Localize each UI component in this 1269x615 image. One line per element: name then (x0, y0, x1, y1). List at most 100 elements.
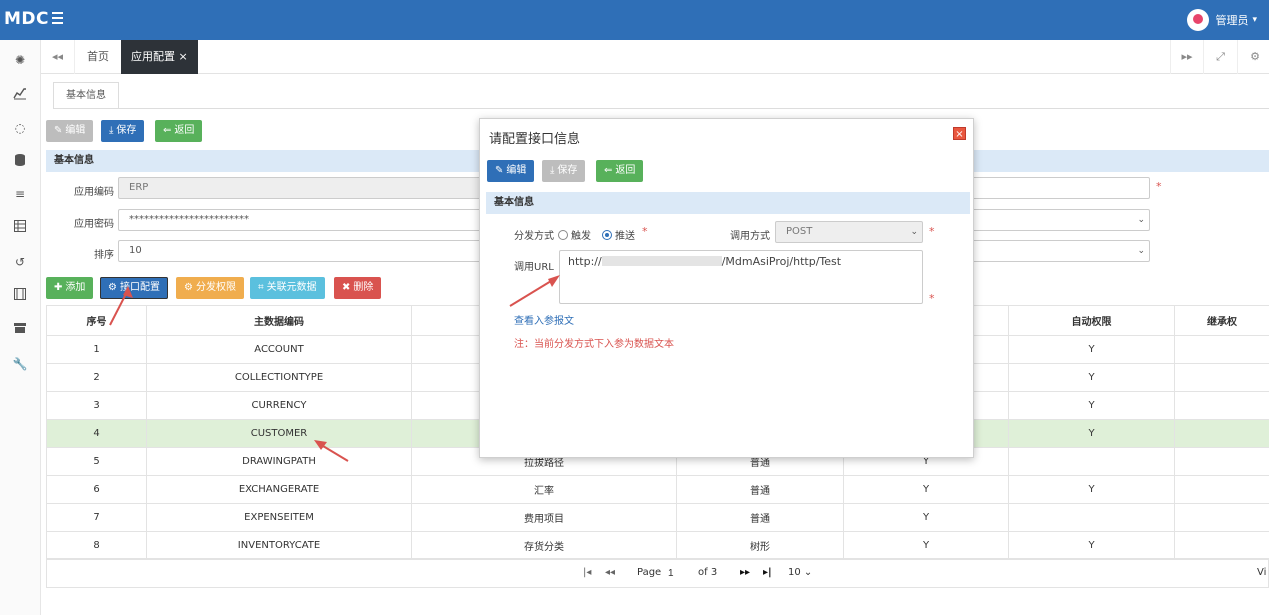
app-password-field[interactable]: ************************ (118, 209, 488, 231)
table-cell (1174, 531, 1269, 560)
prev-page-icon[interactable]: ◂◂ (605, 567, 615, 578)
chevron-down-icon: ⌄ (1137, 246, 1145, 256)
redacted-host (601, 256, 722, 266)
gear-icon: ⚙ (184, 282, 193, 293)
first-page-icon[interactable]: |◂ (583, 567, 591, 578)
table-cell: 6 (46, 475, 147, 504)
dialog-edit-button[interactable]: ✎ 编辑 (487, 160, 535, 182)
table-cell: CURRENCY (146, 391, 412, 420)
menu-toggle-icon[interactable] (52, 9, 66, 27)
download-icon: ⤓ (109, 125, 114, 136)
table-cell: 普通 (676, 475, 844, 504)
view-records-text: Vi (1257, 567, 1267, 578)
back-button[interactable]: ⇐ 返回 (155, 120, 203, 142)
page-count: of 3 (698, 567, 718, 578)
page-size-value: 10 (788, 567, 801, 578)
page-size-select[interactable]: 10 ⌄ (788, 567, 812, 578)
column-header[interactable]: 继承权 (1174, 305, 1269, 336)
tab-app-config[interactable]: 应用配置 × (121, 40, 198, 74)
sidebar-list-icon[interactable]: ≡ (12, 186, 28, 202)
interface-config-button[interactable]: ⚙ 接口配置 (100, 277, 168, 299)
dialog-save-button[interactable]: ⤓ 保存 (542, 160, 586, 182)
tab-divider (53, 108, 1269, 109)
sidebar-chart-icon[interactable] (12, 86, 28, 102)
table-cell: 汇率 (411, 475, 677, 504)
pager: |◂ ◂◂ Page of 3 ▸▸ ▸| 10 ⌄ Vi (46, 558, 1269, 588)
table-cell: 8 (46, 531, 147, 560)
table-cell: Y (1008, 475, 1175, 504)
radio-trigger[interactable]: 触发 (558, 227, 591, 242)
table-cell: Y (843, 531, 1009, 560)
close-icon[interactable]: × (179, 50, 188, 63)
next-page-icon[interactable]: ▸▸ (740, 567, 750, 578)
tab-home[interactable]: 首页 (77, 40, 119, 74)
dialog-save-button-label: 保存 (557, 165, 578, 176)
app-code-label: 应用编码 (74, 187, 114, 198)
last-page-icon[interactable]: ▸| (763, 567, 772, 578)
table-cell: Y (1008, 391, 1175, 420)
fullscreen-icon[interactable]: ⤢ (1204, 40, 1238, 74)
edit-button[interactable]: ✎ 编辑 (46, 120, 94, 142)
table-cell: ACCOUNT (146, 335, 412, 364)
sidebar-table-icon[interactable] (12, 220, 28, 236)
arrow-left-icon: ⇐ (163, 125, 172, 136)
user-menu[interactable]: 管理员 ▾ (1187, 9, 1257, 31)
table-cell (1174, 447, 1269, 476)
avatar[interactable] (1187, 9, 1210, 31)
table-cell: EXCHANGERATE (146, 475, 412, 504)
column-header[interactable]: 序号 (46, 305, 147, 336)
table-cell: 7 (46, 503, 147, 532)
column-header[interactable]: 自动权限 (1008, 305, 1175, 336)
table-row[interactable]: 7 EXPENSEITEM 费用项目 普通 Y (46, 503, 1269, 532)
gear-icon[interactable]: ⚙ (1238, 40, 1269, 74)
tab-basic-info[interactable]: 基本信息 (53, 82, 119, 109)
url-path: /MdmAsiProj/http/Test (721, 255, 842, 268)
link-metadata-button[interactable]: ⌗ 关联元数据 (250, 277, 325, 299)
table-cell (1174, 503, 1269, 532)
table-cell: 3 (46, 391, 147, 420)
page-number-input[interactable] (666, 564, 692, 583)
call-url-textarea[interactable]: http:// /MdmAsiProj/http/Test (559, 250, 923, 304)
order-field[interactable]: 10 (118, 240, 488, 262)
table-cell: 存货分类 (411, 531, 677, 560)
sidebar-spinner-icon[interactable]: ◌ (12, 120, 28, 136)
view-params-link[interactable]: 查看入参报文 (514, 312, 574, 327)
tab-scroll-left-icon[interactable]: ◂◂ (41, 40, 75, 74)
sidebar-database-icon[interactable] (12, 153, 28, 169)
radio-push[interactable]: 推送 (602, 227, 635, 242)
delete-button[interactable]: ✖ 删除 (334, 277, 382, 299)
close-icon[interactable]: × (953, 127, 966, 140)
app-logo[interactable]: MDC (4, 9, 49, 29)
table-cell: 5 (46, 447, 147, 476)
call-method-value: POST (786, 226, 813, 237)
table-row[interactable]: 8 INVENTORYCATE 存货分类 树形 Y Y (46, 531, 1269, 560)
add-button[interactable]: ✚ 添加 (46, 277, 94, 299)
sidebar-dashboard-icon[interactable]: ✺ (12, 52, 28, 68)
app-code-field[interactable]: ERP (118, 177, 488, 199)
column-header[interactable]: 主数据编码 (146, 305, 412, 336)
app-type-select[interactable]: ⌄ (970, 209, 1150, 231)
table-cell: DRAWINGPATH (146, 447, 412, 476)
tab-app-config-label: 应用配置 (131, 50, 175, 63)
sidebar-wrench-icon[interactable]: 🔧 (12, 356, 28, 372)
arrow-left-icon: ⇐ (604, 165, 613, 176)
table-cell: EXPENSEITEM (146, 503, 412, 532)
edit-button-label: 编辑 (65, 125, 86, 136)
gear-icon: ⚙ (108, 282, 117, 293)
back-button-label: 返回 (174, 125, 195, 136)
chevron-down-icon[interactable]: ▾ (1252, 15, 1257, 25)
call-method-label: 调用方式 (730, 231, 770, 242)
app-name-field[interactable] (970, 177, 1150, 199)
dialog-back-button[interactable]: ⇐ 返回 (596, 160, 644, 182)
order-label: 排序 (94, 250, 114, 261)
status-select[interactable]: ⌄ (970, 240, 1150, 262)
save-button[interactable]: ⤓ 保存 (101, 120, 145, 142)
sidebar-history-icon[interactable]: ↺ (12, 254, 28, 270)
dispatch-permission-button[interactable]: ⚙ 分发权限 (176, 277, 244, 299)
sidebar-film-icon[interactable] (12, 288, 28, 304)
user-name[interactable]: 管理员 (1215, 12, 1248, 28)
sidebar-archive-icon[interactable] (12, 322, 28, 338)
tab-scroll-right-icon[interactable]: ▸▸ (1170, 40, 1204, 74)
call-method-select[interactable]: POST ⌄ (775, 221, 923, 243)
table-row[interactable]: 6 EXCHANGERATE 汇率 普通 Y Y (46, 475, 1269, 504)
